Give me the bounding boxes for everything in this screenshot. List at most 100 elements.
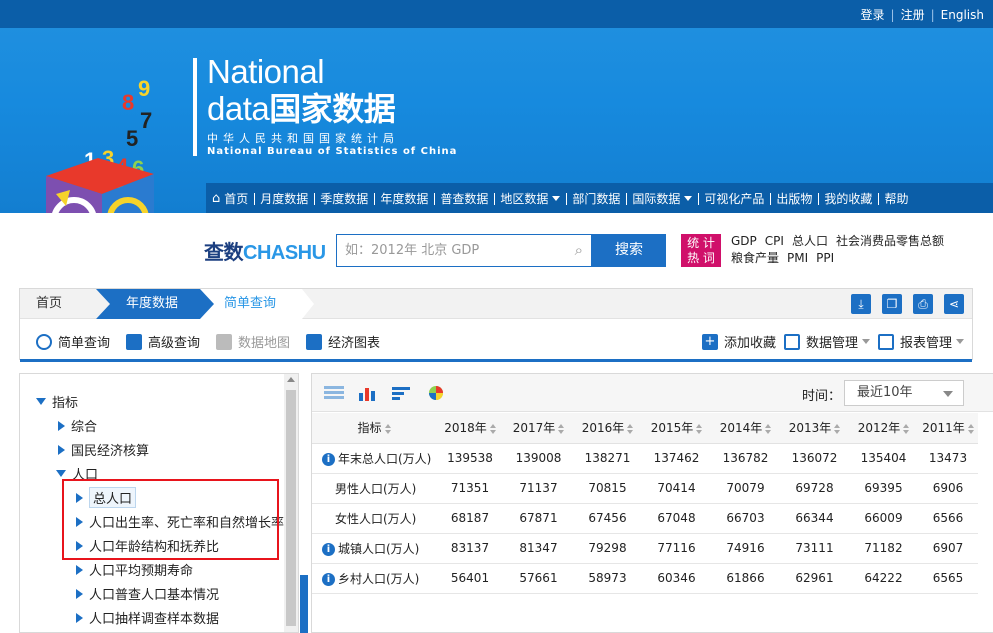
data-manage-menu[interactable]: 数据管理 <box>784 332 871 351</box>
register-link[interactable]: 注册 <box>898 8 928 22</box>
caret-right-icon <box>58 420 65 431</box>
query-toolbar: 简单查询 高级查询 数据地图 经济图表 + 添加收藏 数据管理 报表管理 <box>20 320 972 362</box>
tree-item[interactable]: 国民经济核算 <box>58 440 149 459</box>
breadcrumb-home[interactable]: 首页 <box>20 289 96 319</box>
table-cell: 64222 <box>849 563 918 594</box>
table-icon <box>878 333 894 350</box>
breadcrumb-annual[interactable]: 年度数据 <box>96 289 214 319</box>
nav-visualization[interactable]: 可视化产品 <box>698 190 770 207</box>
nav-publications[interactable]: 出版物 <box>770 190 818 207</box>
table-header: 指标 2018年 2017年 2016年 2015年 2014年 2013年 2… <box>312 413 978 444</box>
simple-query-tab[interactable]: 简单查询 <box>36 332 110 351</box>
hotword-link[interactable]: CPI <box>765 234 784 248</box>
hotword-link[interactable]: 总人口 <box>792 234 828 248</box>
search-input[interactable]: 如：2012年 北京 GDP ⌕ <box>336 234 592 267</box>
sort-icon <box>765 423 772 434</box>
table-cell: 6566 <box>918 503 978 534</box>
add-favorite-button[interactable]: + 添加收藏 <box>702 332 776 351</box>
table-cell: 13473 <box>918 443 978 474</box>
tree-item[interactable]: 人口抽样调查样本数据 <box>76 608 219 627</box>
nav-international[interactable]: 国际数据 <box>626 190 698 207</box>
row-indicator[interactable]: i 乡村人口(万人) <box>312 563 436 594</box>
sort-icon <box>903 423 910 434</box>
tree-item[interactable]: 人口普查人口基本情况 <box>76 584 219 603</box>
tree-item[interactable]: 综合 <box>58 416 97 435</box>
col-header-year[interactable]: 2012年 <box>849 413 918 444</box>
breadcrumb-simple-query[interactable]: 简单查询 <box>202 289 314 319</box>
download-icon[interactable]: ⤓ <box>851 294 871 314</box>
table-cell: 71137 <box>504 473 573 504</box>
pie-chart-icon[interactable] <box>426 385 446 401</box>
hotword-link[interactable]: 粮食产量 <box>731 251 779 265</box>
report-manage-menu[interactable]: 报表管理 <box>878 332 965 351</box>
table-cell: 70079 <box>711 473 780 504</box>
table-cell: 139538 <box>436 443 504 474</box>
nav-quarterly[interactable]: 季度数据 <box>314 190 374 207</box>
login-link[interactable]: 登录 <box>858 8 888 22</box>
row-indicator[interactable]: i 年末总人口(万人) <box>312 443 436 474</box>
table-view-icon[interactable] <box>324 385 344 401</box>
table-cell: 81347 <box>504 533 573 564</box>
sort-icon <box>627 423 634 434</box>
col-header-year[interactable]: 2015年 <box>642 413 711 444</box>
tree-scrollbar[interactable] <box>284 374 298 632</box>
info-icon[interactable]: i <box>322 452 335 466</box>
print-icon[interactable]: ⎙ <box>913 294 933 314</box>
table-row: i 乡村人口(万人) 56401 57661 58973 60346 61866 62961 6… <box>312 563 978 594</box>
data-map-tab[interactable]: 数据地图 <box>216 332 290 351</box>
nav-home[interactable]: ⌂ 首页 <box>206 190 254 207</box>
info-icon[interactable]: i <box>322 542 335 556</box>
nav-regional[interactable]: 地区数据 <box>494 190 566 207</box>
nav-help[interactable]: 帮助 <box>878 190 914 207</box>
advanced-query-tab[interactable]: 高级查询 <box>126 332 200 351</box>
line-chart-icon[interactable] <box>392 385 412 401</box>
caret-down-icon <box>36 398 46 405</box>
splitter-handle[interactable] <box>300 575 308 633</box>
table-cell: 66703 <box>711 503 780 534</box>
info-icon[interactable]: i <box>322 572 335 586</box>
hotword-link[interactable]: GDP <box>731 234 757 248</box>
col-header-year[interactable]: 2011年 <box>918 413 978 444</box>
nav-monthly[interactable]: 月度数据 <box>254 190 314 207</box>
nav-department[interactable]: 部门数据 <box>566 190 626 207</box>
english-link[interactable]: English <box>938 8 987 22</box>
search-button[interactable]: 搜索 <box>592 234 666 267</box>
col-header-year[interactable]: 2018年 <box>436 413 504 444</box>
table-cell: 136782 <box>711 443 780 474</box>
col-header-year[interactable]: 2017年 <box>504 413 573 444</box>
bar-chart-icon[interactable] <box>358 385 378 401</box>
col-header-indicator[interactable]: 指标 <box>312 413 436 444</box>
sort-icon <box>558 423 565 434</box>
table-cell: 135404 <box>849 443 918 474</box>
caret-down-icon <box>56 470 66 477</box>
row-indicator[interactable]: i 城镇人口(万人) <box>312 533 436 564</box>
tree-root[interactable]: 指标 <box>36 392 78 411</box>
time-label: 时间： <box>802 389 842 404</box>
chashu-logo: 查数CHASHU <box>204 242 326 264</box>
nav-favorites[interactable]: 我的收藏 <box>818 190 878 207</box>
table-cell: 6906 <box>918 473 978 504</box>
hotword-link[interactable]: 社会消费品零售总额 <box>836 234 944 248</box>
table-cell: 139008 <box>504 443 573 474</box>
row-indicator[interactable]: 女性人口(万人) <box>312 503 436 534</box>
economic-chart-tab[interactable]: 经济图表 <box>306 332 380 351</box>
col-header-year[interactable]: 2013年 <box>780 413 849 444</box>
hotword-link[interactable]: PPI <box>816 251 834 265</box>
time-range-select[interactable]: 最近10年 <box>844 380 964 406</box>
share-icon[interactable]: ⋖ <box>944 294 964 314</box>
nav-annual[interactable]: 年度数据 <box>374 190 434 207</box>
table-cell: 68187 <box>436 503 504 534</box>
main-nav: ⌂ 首页 月度数据 季度数据 年度数据 普查数据 地区数据 部门数据 国际数据 可… <box>206 183 993 213</box>
hotwords-list: GDP CPI 总人口 社会消费品零售总额 粮食产量 PMI PPI <box>731 233 981 267</box>
table-cell: 69395 <box>849 473 918 504</box>
table-cell: 67048 <box>642 503 711 534</box>
hotword-link[interactable]: PMI <box>787 251 808 265</box>
col-header-year[interactable]: 2016年 <box>573 413 642 444</box>
nav-census[interactable]: 普查数据 <box>434 190 494 207</box>
tree-item[interactable]: 人口平均预期寿命 <box>76 560 193 579</box>
table-row: i 城镇人口(万人) 83137 81347 79298 77116 74916 73111 7… <box>312 533 978 564</box>
table-cell: 66009 <box>849 503 918 534</box>
copy-icon[interactable]: ❐ <box>882 294 902 314</box>
col-header-year[interactable]: 2014年 <box>711 413 780 444</box>
row-indicator[interactable]: 男性人口(万人) <box>312 473 436 504</box>
